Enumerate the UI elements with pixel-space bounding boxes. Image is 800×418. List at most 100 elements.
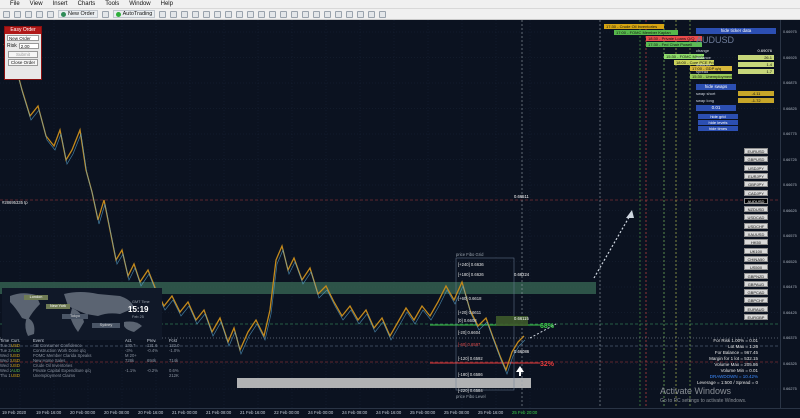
crosshair-icon[interactable] <box>291 10 299 18</box>
new-order-label: New Order <box>68 11 95 17</box>
time-tick: 21 Feb 16:00 <box>240 410 266 415</box>
symbol-button-gbpaud[interactable]: GBPAUD <box>744 280 768 287</box>
submit-button[interactable]: Submit <box>8 51 38 58</box>
time-tick: 20 Feb 16:00 <box>138 410 164 415</box>
projection-arrowhead <box>626 210 634 218</box>
event-box: 17:00 - FOMC Member Kaplan <box>614 30 678 35</box>
templates-icon[interactable] <box>269 10 277 18</box>
menu-tools[interactable]: Tools <box>105 1 119 7</box>
candlesticks-icon[interactable] <box>170 10 178 18</box>
arrows-icon[interactable] <box>379 10 387 18</box>
navigator-icon[interactable] <box>47 10 54 18</box>
ticker-row-label: distance <box>696 62 711 67</box>
price-scale[interactable]: 0.66975 0.66925 0.66875 0.66825 0.66775 0.667… <box>780 20 800 408</box>
symbol-button-us500[interactable]: US500 <box>744 264 768 271</box>
close-order-button[interactable]: Close Order <box>8 59 38 66</box>
symbol-button-hk50[interactable]: HK50 <box>744 239 768 246</box>
menu-help[interactable]: Help <box>161 1 173 7</box>
indicators-icon[interactable] <box>247 10 255 18</box>
symbol-button-gbpcad[interactable]: GBPCAD <box>744 289 768 296</box>
symbol-button-china50[interactable]: CHINA50 <box>744 255 768 262</box>
support-zone <box>237 378 531 388</box>
time-tick: 19 Feb 16:00 <box>36 410 62 415</box>
calendar-cell: Thu 12:00 <box>0 373 11 378</box>
symbol-button-audusd[interactable]: AUDUSD <box>744 197 768 204</box>
calendar-row[interactable]: Thu 12:00USD Unemployment Claims 212K <box>0 373 205 378</box>
price-tick: 0.66725 <box>783 157 797 162</box>
symbol-button-uk100[interactable]: UK100 <box>744 247 768 254</box>
fibo-grid-hint: price Fibo Grid <box>456 252 484 257</box>
ticker-panel: hide ticker data AUDUSD change 0.69076 dis… <box>694 28 778 131</box>
fibonacci-icon[interactable] <box>346 10 354 18</box>
menu-insert[interactable]: Insert <box>53 1 68 7</box>
price-tag-1: 0.66511 <box>514 194 529 199</box>
symbol-button-eurusd[interactable]: EURUSD <box>744 148 768 154</box>
zoom-in-icon[interactable] <box>192 10 200 18</box>
price-tick: 0.66375 <box>783 336 797 340</box>
symbol-button-cadjpy[interactable]: CADJPY <box>744 189 768 196</box>
chart-shift-icon[interactable] <box>225 10 233 18</box>
symbol-button-xauusd[interactable]: XAUUSD <box>744 231 768 237</box>
risk-input[interactable]: 2.00 <box>18 43 39 49</box>
time-tick: 25 Feb 08:00 <box>444 410 470 415</box>
symbol-button-eurjpy[interactable]: EURJPY <box>744 172 768 179</box>
main-toolbar: New Order AutoTrading <box>0 9 800 20</box>
swap-short-value: -4.11 <box>738 91 774 96</box>
vertical-line-icon[interactable] <box>302 10 310 18</box>
time-tick: 20 Feb 00:00 <box>70 410 96 415</box>
symbol-button-eurgbp[interactable]: EURGBP <box>744 314 768 320</box>
zoom-out-icon[interactable] <box>203 10 211 18</box>
bar-chart-icon[interactable] <box>159 10 167 18</box>
trendline-icon[interactable] <box>324 10 332 18</box>
symbol-button-usdjpy[interactable]: USDJPY <box>744 164 768 171</box>
new-order-button[interactable]: New Order <box>58 10 98 18</box>
symbol-button-nzdusd[interactable]: NZDUSD <box>744 206 768 213</box>
market-watch-icon[interactable] <box>25 10 32 18</box>
symbol-button-gbpnzd[interactable]: GBPNZD <box>744 272 768 279</box>
symbol-button-euraud[interactable]: EURAUD <box>744 305 768 312</box>
price-tick: 0.66625 <box>783 208 797 213</box>
new-chart-icon[interactable] <box>3 10 10 18</box>
menu-view[interactable]: View <box>30 1 43 7</box>
tile-windows-icon[interactable] <box>214 10 222 18</box>
line-chart-icon[interactable] <box>181 10 189 18</box>
swap-long-label: swap long <box>696 98 715 103</box>
text-icon[interactable] <box>357 10 365 18</box>
price-tag-4: 0.66086 <box>514 349 530 354</box>
symbol-button-gbpusd[interactable]: GBPUSD <box>744 156 768 163</box>
gmt-date: Feb 25 <box>132 315 144 319</box>
hide-levels-button[interactable]: hide levels <box>698 120 738 125</box>
periods-icon[interactable] <box>258 10 266 18</box>
equidistant-channel-icon[interactable] <box>335 10 343 18</box>
risk-label: Risk <box>7 43 17 49</box>
hide-times-button[interactable]: hide times <box>698 126 738 131</box>
autoscroll-icon[interactable] <box>236 10 244 18</box>
menu-file[interactable]: File <box>10 1 20 7</box>
symbol-button-usdchf[interactable]: USDCHF <box>744 222 768 229</box>
hide-grid-button[interactable]: hide grid <box>698 114 738 119</box>
cursor-icon[interactable] <box>280 10 288 18</box>
calendar-cell: 212K <box>169 373 179 378</box>
data-window-icon[interactable] <box>36 10 43 18</box>
order-type-select[interactable]: New Order <box>7 35 39 41</box>
symbol-button-gbpchf[interactable]: GBPCHF <box>744 297 768 304</box>
price-tick: 0.66475 <box>783 285 797 289</box>
ticker-row-label: change <box>696 48 710 53</box>
time-tick: 24 Feb 00:00 <box>308 410 334 415</box>
gmt-time: 15:19 <box>128 305 149 314</box>
fibo-level-label: [+60] 0.6618 <box>458 296 482 301</box>
hide-ticker-data-button[interactable]: hide ticker data <box>696 28 776 34</box>
text-label-icon[interactable] <box>368 10 376 18</box>
symbol-button-usdcad[interactable]: USDCAD <box>744 214 768 221</box>
autotrading-button[interactable]: AutoTrading <box>112 10 156 18</box>
symbol-button-gbpjpy[interactable]: GBPJPY <box>744 181 768 188</box>
menu-charts[interactable]: Charts <box>78 1 96 7</box>
metaeditor-icon[interactable] <box>101 10 109 18</box>
symbol-name: AUDUSD <box>696 35 735 45</box>
menu-window[interactable]: Window <box>129 1 150 7</box>
stat-line: For Risk 1.00% = 0.01 <box>713 338 758 343</box>
profiles-icon[interactable] <box>14 10 21 18</box>
pct-up-label: 68% <box>540 323 555 330</box>
horizontal-line-icon[interactable] <box>313 10 321 18</box>
hide-swaps-button[interactable]: hide swaps <box>696 84 736 90</box>
